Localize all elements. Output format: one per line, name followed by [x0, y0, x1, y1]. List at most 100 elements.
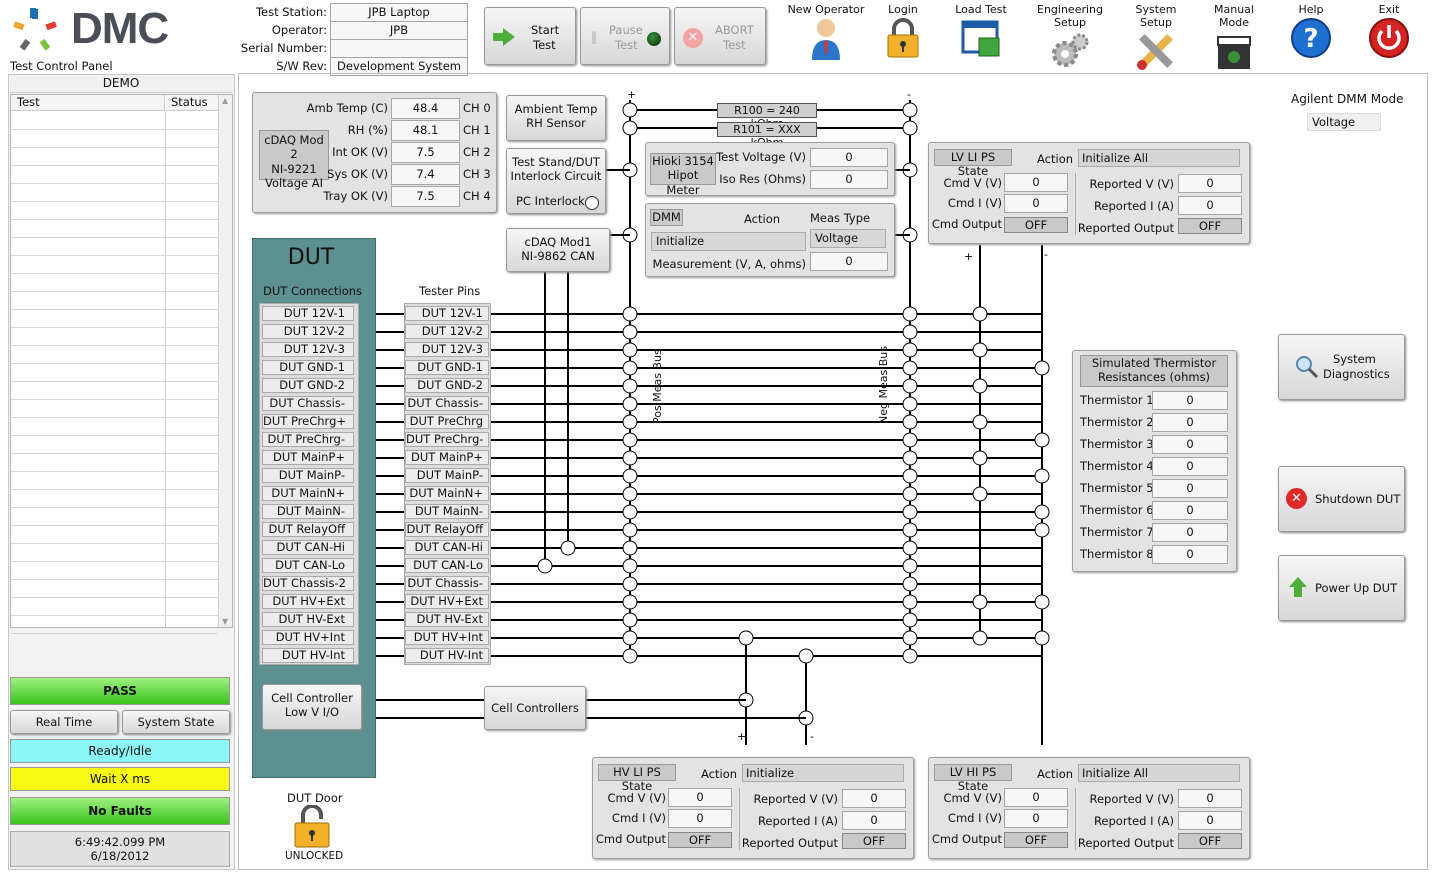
relay-node[interactable]	[622, 648, 638, 664]
relay-node[interactable]	[902, 504, 918, 520]
relay-node[interactable]	[902, 396, 918, 412]
relay-node[interactable]	[622, 414, 638, 430]
relay-node[interactable]	[902, 432, 918, 448]
ai-label: Amb Temp (C)	[306, 101, 388, 115]
relay-node[interactable]	[1034, 630, 1050, 646]
relay-node[interactable]	[902, 630, 918, 646]
relay-node[interactable]	[622, 324, 638, 340]
lvli-action-label: Action	[1037, 152, 1074, 166]
relay-node[interactable]	[622, 432, 638, 448]
relay-node[interactable]	[902, 120, 918, 136]
relay-node[interactable]	[902, 378, 918, 394]
relay-node[interactable]	[902, 342, 918, 358]
hvli-action-select[interactable]: Initialize	[742, 764, 904, 782]
relay-node[interactable]	[902, 306, 918, 322]
dmm-meas-type-select[interactable]: Voltage	[810, 229, 886, 248]
relay-node[interactable]	[972, 630, 988, 646]
agilent-mode-select[interactable]: Voltage	[1307, 113, 1381, 131]
relay-node[interactable]	[1034, 594, 1050, 610]
ai-value: 48.1	[391, 120, 460, 141]
relay-node[interactable]	[622, 486, 638, 502]
relay-node[interactable]	[560, 540, 576, 556]
relay-node[interactable]	[1034, 504, 1050, 520]
relay-node[interactable]	[972, 378, 988, 394]
thermistor-field[interactable]: 0	[1152, 479, 1228, 498]
interlock-box: Test Stand/DUT Interlock Circuit PC Inte…	[506, 148, 606, 214]
relay-node[interactable]	[622, 540, 638, 556]
relay-node[interactable]	[972, 342, 988, 358]
lvhi-action-select[interactable]: Initialize All	[1078, 764, 1240, 782]
lvhi-cmd-output-toggle[interactable]: OFF	[1004, 832, 1068, 848]
hvli-cmdv-field[interactable]: 0	[668, 788, 732, 807]
hipot-iso-field: 0	[810, 170, 888, 189]
relay-node[interactable]	[972, 594, 988, 610]
lvhi-cmdv-field[interactable]: 0	[1004, 788, 1068, 807]
power-up-dut-button[interactable]: Power Up DUT	[1278, 555, 1405, 621]
relay-node[interactable]	[902, 576, 918, 592]
relay-node[interactable]	[902, 360, 918, 376]
tester-pin: DUT 12V-1	[405, 306, 489, 321]
shutdown-dut-button[interactable]: ✕ Shutdown DUT	[1278, 466, 1405, 532]
relay-node[interactable]	[622, 306, 638, 322]
relay-node[interactable]	[1034, 360, 1050, 376]
relay-node[interactable]	[537, 558, 553, 574]
relay-node[interactable]	[622, 612, 638, 628]
relay-node[interactable]	[1034, 468, 1050, 484]
relay-node[interactable]	[902, 522, 918, 538]
relay-node[interactable]	[902, 486, 918, 502]
relay-node[interactable]	[622, 360, 638, 376]
relay-node[interactable]	[622, 522, 638, 538]
thermistor-field[interactable]: 0	[1152, 435, 1228, 454]
lvhi-cmdi-field[interactable]: 0	[1004, 809, 1068, 828]
lvli-cmdi-field[interactable]: 0	[1004, 194, 1068, 213]
relay-node[interactable]	[622, 594, 638, 610]
lvli-cmd-output-toggle[interactable]: OFF	[1004, 217, 1068, 233]
hvli-cmd-output-toggle[interactable]: OFF	[668, 832, 732, 848]
thermistor-field[interactable]: 0	[1152, 413, 1228, 432]
thermistor-field[interactable]: 0	[1152, 391, 1228, 410]
relay-node[interactable]	[622, 468, 638, 484]
tester-pin: DUT 12V-3	[405, 342, 489, 357]
relay-node[interactable]	[622, 102, 638, 118]
sys-diag-line1: System	[1333, 352, 1376, 366]
relay-node[interactable]	[622, 396, 638, 412]
relay-node[interactable]	[902, 414, 918, 430]
thermistor-field[interactable]: 0	[1152, 457, 1228, 476]
relay-node[interactable]	[902, 558, 918, 574]
relay-node[interactable]	[738, 630, 754, 646]
relay-node[interactable]	[972, 306, 988, 322]
relay-node[interactable]	[622, 450, 638, 466]
relay-node[interactable]	[972, 414, 988, 430]
lvli-action-select[interactable]: Initialize All	[1078, 149, 1240, 167]
system-diagnostics-button[interactable]: System Diagnostics	[1278, 334, 1405, 400]
relay-node[interactable]	[1034, 522, 1050, 538]
relay-node[interactable]	[622, 576, 638, 592]
relay-node[interactable]	[902, 612, 918, 628]
relay-node[interactable]	[902, 324, 918, 340]
relay-node[interactable]	[622, 558, 638, 574]
thermistor-field[interactable]: 0	[1152, 501, 1228, 520]
arrow-up-icon	[1289, 577, 1307, 597]
dut-pin: DUT CAN-Lo	[262, 558, 354, 573]
relay-node[interactable]	[972, 486, 988, 502]
relay-node[interactable]	[798, 648, 814, 664]
relay-node[interactable]	[622, 378, 638, 394]
dmm-action-select[interactable]: Initialize	[651, 232, 806, 251]
hvli-cmdi-field[interactable]: 0	[668, 809, 732, 828]
relay-node[interactable]	[972, 450, 988, 466]
thermistor-field[interactable]: 0	[1152, 523, 1228, 542]
relay-node[interactable]	[902, 540, 918, 556]
thermistor-field[interactable]: 0	[1152, 545, 1228, 564]
relay-node[interactable]	[902, 102, 918, 118]
lvli-cmdv-field[interactable]: 0	[1004, 173, 1068, 192]
relay-node[interactable]	[622, 342, 638, 358]
relay-node[interactable]	[902, 594, 918, 610]
relay-node[interactable]	[622, 504, 638, 520]
relay-node[interactable]	[1034, 432, 1050, 448]
relay-node[interactable]	[902, 468, 918, 484]
relay-node[interactable]	[902, 450, 918, 466]
relay-node[interactable]	[902, 648, 918, 664]
relay-node[interactable]	[622, 120, 638, 136]
relay-node[interactable]	[622, 630, 638, 646]
thermistor-label: Thermistor 8	[1080, 547, 1154, 561]
